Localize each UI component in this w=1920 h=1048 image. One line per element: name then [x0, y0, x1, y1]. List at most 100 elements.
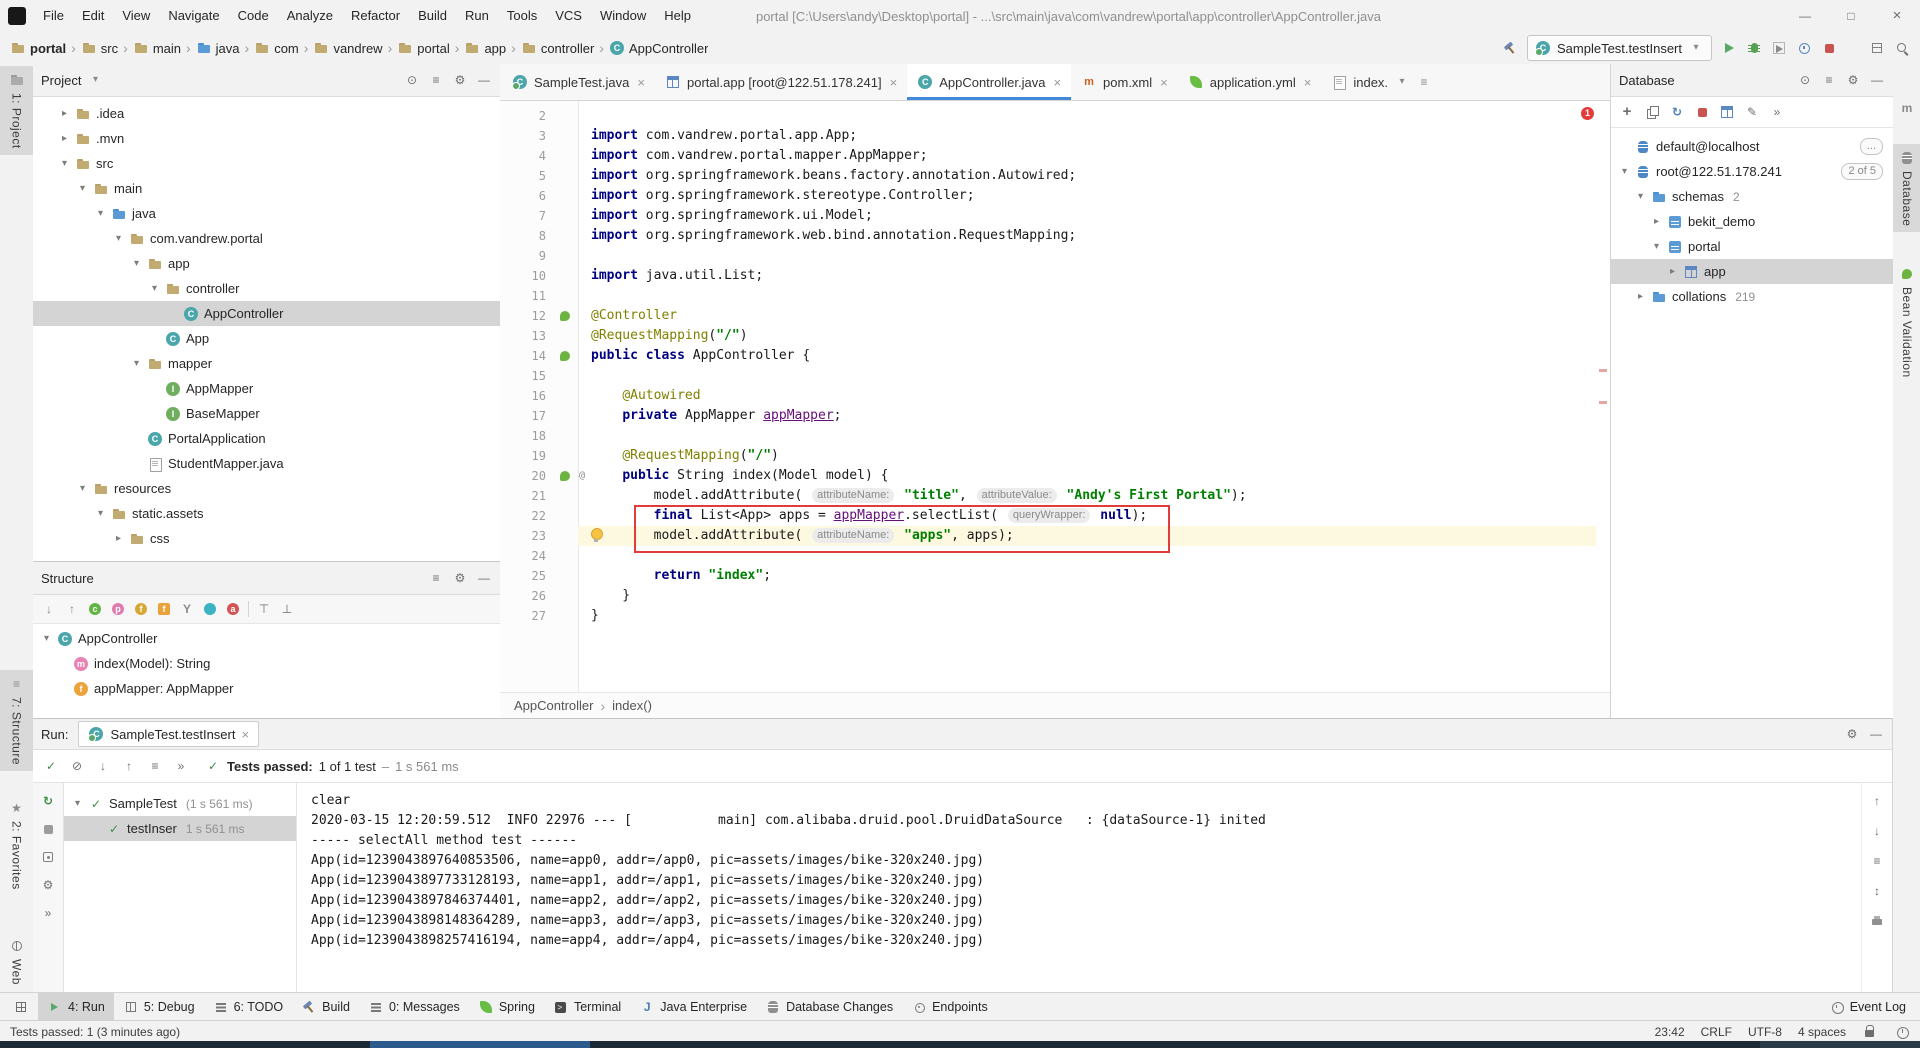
editor-tab-pom-xml[interactable]: pom.xml×: [1071, 64, 1178, 100]
line-number[interactable]: 16: [500, 386, 554, 406]
line-number[interactable]: 6: [500, 186, 554, 206]
gear-icon[interactable]: [40, 877, 56, 893]
status-item-4-spaces[interactable]: 4 spaces: [1798, 1025, 1846, 1039]
breadcrumb-java[interactable]: java: [196, 40, 240, 56]
code-line[interactable]: 25 return "index";: [500, 566, 1610, 586]
stop-icon[interactable]: [1694, 104, 1710, 120]
tree-toggle-icon[interactable]: [57, 151, 72, 176]
run-tab[interactable]: SampleTest.testInsert ×: [78, 721, 259, 747]
tree-toggle-icon[interactable]: [1649, 209, 1664, 234]
structure-item-appcontroller[interactable]: AppController: [33, 626, 500, 651]
toolwindow-button-terminal[interactable]: Terminal: [544, 993, 630, 1021]
code-line[interactable]: 9: [500, 246, 1610, 266]
toolwindow-button-build[interactable]: Build: [292, 993, 359, 1021]
show-passed-icon[interactable]: [43, 758, 59, 774]
project-item-app[interactable]: app: [33, 251, 500, 276]
code-line[interactable]: 15: [500, 366, 1610, 386]
tool-button-1-project[interactable]: 1: Project: [0, 66, 33, 155]
tool-button-7-structure[interactable]: 7: Structure: [0, 670, 33, 771]
minimize-icon[interactable]: [1869, 72, 1885, 88]
code-line[interactable]: 5import org.springframework.beans.factor…: [500, 166, 1610, 186]
code-line[interactable]: 20 public String index(Model model) {: [500, 466, 1610, 486]
editor-tab-application-yml[interactable]: application.yml×: [1178, 64, 1322, 100]
toolwindow-button-java-enterprise[interactable]: Java Enterprise: [630, 993, 756, 1021]
status-item-crlf[interactable]: CRLF: [1701, 1025, 1732, 1039]
code-line[interactable]: 14public class AppController {: [500, 346, 1610, 366]
menu-window[interactable]: Window: [591, 0, 655, 32]
toolwindow-button-event-log[interactable]: Event Log: [1819, 993, 1916, 1021]
more-icon[interactable]: [1769, 104, 1785, 120]
tree-toggle-icon[interactable]: [57, 126, 72, 151]
toolwindow-button-6-todo[interactable]: 6: TODO: [204, 993, 293, 1021]
coverage-icon[interactable]: [1771, 40, 1787, 56]
project-item-app[interactable]: App: [33, 326, 500, 351]
tree-toggle-icon[interactable]: [70, 791, 85, 816]
editor-tab-portal-app-root-122-51-178-241[interactable]: portal.app [root@122.51.178.241]×: [655, 64, 907, 100]
line-number[interactable]: 17: [500, 406, 554, 426]
swap-icon[interactable]: [1869, 883, 1885, 899]
tree-toggle-icon[interactable]: [93, 501, 108, 526]
code-line[interactable]: 22 final List<App> apps = appMapper.sele…: [500, 506, 1610, 526]
gear-icon[interactable]: [1845, 72, 1861, 88]
test-console[interactable]: clear2020-03-15 12:20:59.512 INFO 22976 …: [297, 783, 1861, 993]
menu-tools[interactable]: Tools: [498, 0, 546, 32]
status-item-23-42[interactable]: 23:42: [1655, 1025, 1685, 1039]
show-bottom-icon[interactable]: [279, 601, 295, 617]
code-line[interactable]: 7import org.springframework.ui.Model;: [500, 206, 1610, 226]
tab-close-icon[interactable]: ×: [1304, 75, 1312, 90]
code-line[interactable]: 21 model.addAttribute( attributeName: "t…: [500, 486, 1610, 506]
line-number[interactable]: 13: [500, 326, 554, 346]
circle-f-icon[interactable]: [133, 601, 149, 617]
expand-icon[interactable]: [147, 758, 163, 774]
breadcrumb-controller[interactable]: controller: [521, 40, 594, 56]
breadcrumb-method[interactable]: index(): [612, 698, 652, 713]
editor-tab-appcontroller-java[interactable]: AppController.java×: [907, 64, 1071, 100]
gear-icon[interactable]: [1844, 726, 1860, 742]
menu-build[interactable]: Build: [409, 0, 456, 32]
project-item-studentmapper-java[interactable]: StudentMapper.java: [33, 451, 500, 476]
project-item-appcontroller[interactable]: AppController: [33, 301, 500, 326]
tree-toggle-icon[interactable]: [1633, 184, 1648, 209]
show-top-icon[interactable]: [256, 601, 272, 617]
stop-icon[interactable]: [1821, 40, 1837, 56]
code-line[interactable]: 27}: [500, 606, 1610, 626]
line-number[interactable]: 9: [500, 246, 554, 266]
more2-icon[interactable]: [40, 905, 56, 921]
status-message[interactable]: Tests passed: 1 (3 minutes ago): [10, 1025, 180, 1039]
code-line[interactable]: 12@Controller: [500, 306, 1610, 326]
toolwindow-button-0-messages[interactable]: 0: Messages: [359, 993, 469, 1021]
project-item-mapper[interactable]: mapper: [33, 351, 500, 376]
circle-cyan-icon[interactable]: [202, 601, 218, 617]
search-icon[interactable]: [1894, 40, 1910, 56]
tree-toggle-icon[interactable]: [129, 251, 144, 276]
breadcrumb-class[interactable]: AppController: [514, 698, 594, 713]
hammer-icon[interactable]: [1502, 40, 1518, 56]
tree-toggle-icon[interactable]: [1665, 259, 1680, 284]
project-item-resources[interactable]: resources: [33, 476, 500, 501]
project-item-mvn[interactable]: .mvn: [33, 126, 500, 151]
project-item-portalapplication[interactable]: PortalApplication: [33, 426, 500, 451]
database-item-app[interactable]: app: [1611, 259, 1893, 284]
test-item-testinser[interactable]: testInser1 s 561 ms: [64, 816, 296, 841]
line-number[interactable]: 24: [500, 546, 554, 566]
editor-tab-index[interactable]: index.: [1321, 64, 1442, 100]
project-item-src[interactable]: src: [33, 151, 500, 176]
minimize-icon[interactable]: [476, 570, 492, 586]
line-number[interactable]: 18: [500, 426, 554, 446]
code-line[interactable]: 3import com.vandrew.portal.app.App;: [500, 126, 1610, 146]
down-icon[interactable]: [1869, 823, 1885, 839]
locate-icon[interactable]: [1797, 72, 1813, 88]
tool-button-web[interactable]: Web: [0, 932, 33, 991]
scrollbar-error-mark[interactable]: [1599, 401, 1607, 404]
database-item-default-localhost[interactable]: default@localhost...: [1611, 134, 1893, 159]
circle-c-icon[interactable]: [87, 601, 103, 617]
run-tab-close-icon[interactable]: ×: [241, 727, 249, 742]
menu-run[interactable]: Run: [456, 0, 498, 32]
tab-close-icon[interactable]: ×: [1160, 75, 1168, 90]
toolwindow-button-5-debug[interactable]: 5: Debug: [114, 993, 204, 1021]
menu-edit[interactable]: Edit: [73, 0, 113, 32]
square-f-icon[interactable]: [156, 601, 172, 617]
database-item-collations[interactable]: collations219: [1611, 284, 1893, 309]
circle-p-icon[interactable]: [110, 601, 126, 617]
profiler-icon[interactable]: [1796, 40, 1812, 56]
